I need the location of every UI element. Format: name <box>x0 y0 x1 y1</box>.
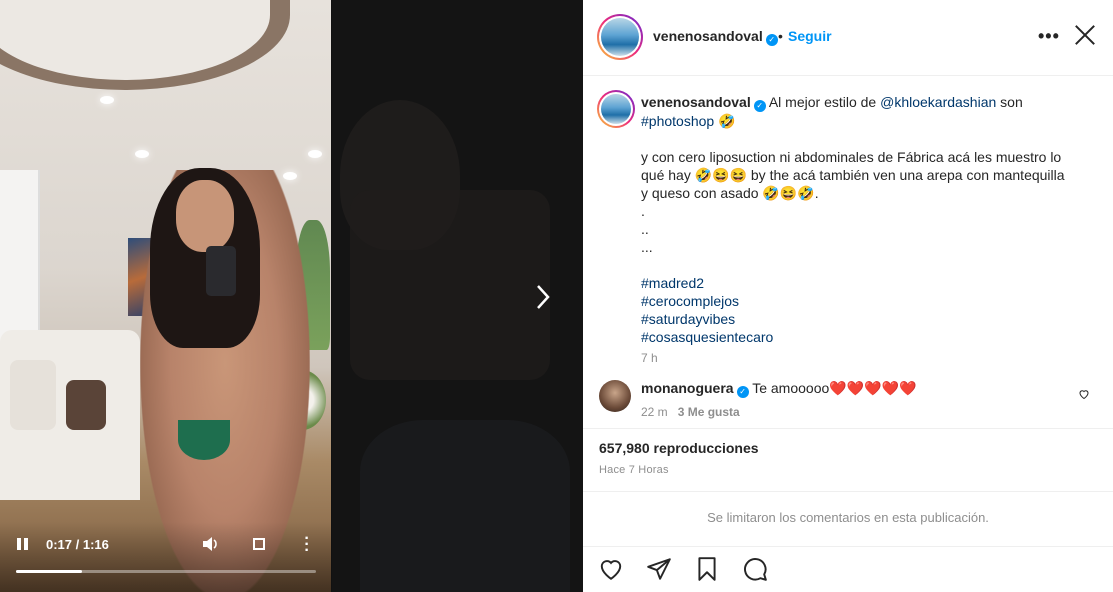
video-scene <box>66 380 106 430</box>
background-image <box>360 420 570 592</box>
comment-likes[interactable]: 3 Me gusta <box>678 405 740 419</box>
username-link[interactable]: venenosandoval <box>653 28 763 44</box>
hashtag-link[interactable]: #photoshop <box>641 113 714 129</box>
comment-text: Te amooooo❤️❤️❤️❤️❤️ <box>752 380 917 396</box>
caption-body: y con cero liposuction ni abdominales de… <box>641 149 1069 201</box>
video-scene <box>206 246 236 296</box>
background-image <box>350 190 550 380</box>
hashtag-link[interactable]: #cerocomplejos <box>641 293 739 309</box>
comment-username[interactable]: monanoguera <box>641 380 734 396</box>
verified-icon: ✓ <box>736 386 749 398</box>
video-scene <box>308 150 322 158</box>
share-icon[interactable] <box>646 556 672 582</box>
verified-icon: ✓ <box>765 34 778 46</box>
comment-meta: 22 m 3 Me gusta <box>641 405 740 419</box>
video-progress-bar[interactable] <box>16 570 316 573</box>
video-scene <box>135 150 149 158</box>
avatar[interactable] <box>597 14 643 60</box>
caption-intro: Al mejor estilo de <box>768 94 881 110</box>
post-panel: venenosandoval ✓ • Seguir ••• venenosando… <box>583 0 1113 592</box>
comment-avatar[interactable] <box>599 380 631 412</box>
separator-dot: • <box>778 28 783 44</box>
divider <box>583 428 1113 429</box>
emoji: 🤣 <box>718 113 736 129</box>
more-options-icon[interactable]: ••• <box>1038 26 1060 47</box>
pause-icon[interactable] <box>14 538 30 552</box>
comment-icon[interactable] <box>742 556 768 582</box>
hashtag-link[interactable]: #madred2 <box>641 275 704 291</box>
comment-like-icon[interactable] <box>1078 388 1090 403</box>
heart-icon[interactable] <box>598 556 624 582</box>
fullscreen-icon[interactable] <box>253 538 265 550</box>
close-icon[interactable] <box>1074 24 1096 46</box>
post-date: Hace 7 Horas <box>599 464 669 476</box>
video-scene <box>176 180 234 252</box>
comment-text-block: monanoguera ✓ Te amooooo❤️❤️❤️❤️❤️ <box>641 380 1061 398</box>
caption-avatar[interactable] <box>597 90 635 128</box>
volume-icon[interactable] <box>202 536 220 552</box>
caption-username[interactable]: venenosandoval <box>641 94 751 110</box>
video-time: 0:17 / 1:16 <box>46 537 109 552</box>
comments-limited-notice: Se limitaron los comentarios en esta pub… <box>707 510 989 525</box>
divider <box>583 491 1113 492</box>
bookmark-icon[interactable] <box>694 556 720 582</box>
header-username-block: venenosandoval ✓ <box>653 28 778 46</box>
hashtag-link[interactable]: #cosasquesientecaro <box>641 329 773 345</box>
video-controls <box>0 522 331 592</box>
post-caption: venenosandoval ✓ Al mejor estilo de @khlo… <box>641 93 1071 346</box>
action-bar <box>583 552 1113 588</box>
hashtag-link[interactable]: #saturdayvibes <box>641 311 735 327</box>
next-arrow-icon[interactable] <box>533 284 553 310</box>
follow-button[interactable]: Seguir <box>788 28 832 44</box>
verified-icon: ✓ <box>753 100 766 112</box>
more-vertical-icon[interactable]: · · · <box>303 531 311 559</box>
mention-link[interactable]: @khloekardashian <box>880 94 996 110</box>
divider <box>583 546 1113 547</box>
video-scene <box>10 360 56 430</box>
video-progress-fill <box>16 570 82 573</box>
post-header: venenosandoval ✓ • Seguir ••• <box>583 0 1113 76</box>
caption-after-mention: son <box>996 94 1023 110</box>
caption-timestamp[interactable]: 7 h <box>641 351 658 365</box>
view-count: 657,980 reproducciones <box>599 440 759 456</box>
video-scene <box>178 420 230 460</box>
caption-dots: . .. ... <box>641 203 653 255</box>
comment-time[interactable]: 22 m <box>641 405 668 419</box>
video-scene <box>100 96 114 104</box>
video-player[interactable]: 0:17 / 1:16 · · · <box>0 0 331 592</box>
